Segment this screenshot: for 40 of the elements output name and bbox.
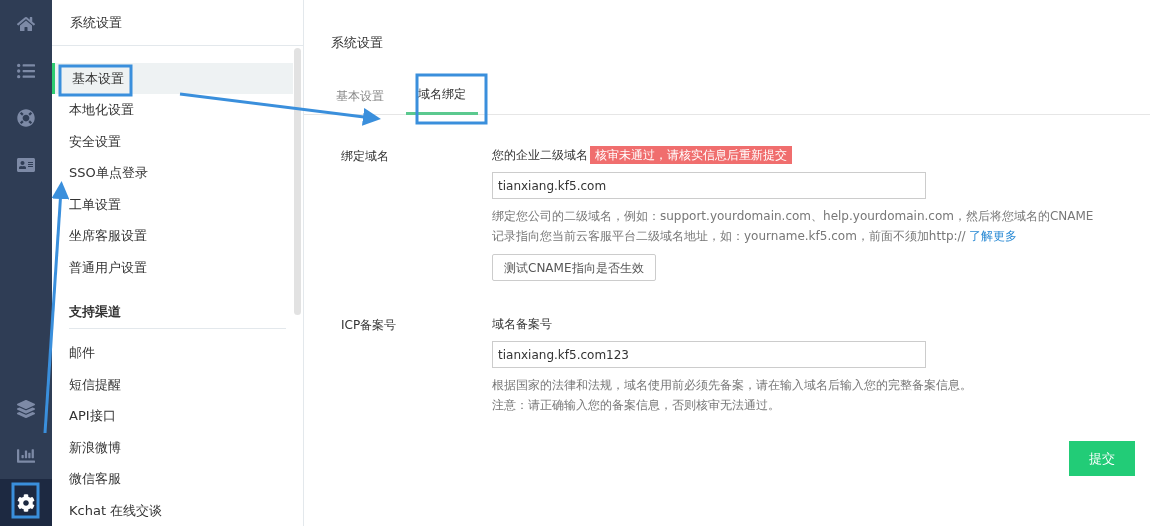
error-badge: 核审未通过，请核实信息后重新提交 — [590, 146, 792, 164]
sidebar-item[interactable]: Kchat 在线交谈 — [52, 494, 293, 526]
input-field[interactable]: tianxiang.kf5.com — [492, 172, 926, 199]
test-cname-button[interactable]: 测试CNAME指向是否生效 — [492, 254, 656, 281]
sidebar-heading: 支持渠道 — [69, 302, 121, 321]
section-label: 绑定域名 — [341, 148, 390, 165]
sidebar-item[interactable]: 工单设置 — [52, 188, 293, 220]
settings-icon — [17, 493, 35, 512]
field-label: 域名备案号 — [492, 316, 552, 333]
highlight-frame — [11, 482, 40, 519]
scrollbar[interactable] — [294, 48, 301, 315]
bar-chart-icon — [17, 446, 35, 465]
list-icon — [17, 61, 35, 80]
sidebar-title: 系统设置 — [70, 13, 122, 32]
sidebar-item[interactable]: 邮件 — [52, 337, 293, 369]
lifebuoy-icon — [17, 108, 35, 127]
sidebar-item[interactable]: 新浪微博 — [52, 431, 293, 463]
home-icon — [17, 14, 35, 33]
sidebar-item[interactable]: API接口 — [52, 400, 293, 432]
contact-card-icon — [17, 155, 35, 174]
sidebar-item[interactable]: 普通用户设置 — [52, 251, 293, 283]
field-label: 您的企业二级域名 — [492, 147, 588, 164]
help-text: 绑定您公司的二级域名，例如：support.yourdomain.com、help.yourdomain.com，然后将您域名的CNAME — [492, 208, 1094, 225]
help-text: 根据国家的法律和法规，域名使用前必须先备案，请在输入域名后输入您的完整备案信息。 — [492, 377, 972, 394]
help-text: 注意：请正确输入您的备案信息，否则核审无法通过。 — [492, 397, 781, 414]
sidebar-item[interactable]: 本地化设置 — [52, 94, 293, 126]
sidebar-item[interactable]: 基本设置 — [52, 62, 293, 94]
section-label: ICP备案号 — [341, 317, 398, 334]
sidebar-item[interactable]: 短信提醒 — [52, 368, 293, 400]
tab[interactable]: 基本设置 — [324, 84, 396, 115]
sidebar-item[interactable]: 微信客服 — [52, 463, 293, 495]
sidebar-item[interactable]: SSO单点登录 — [52, 157, 293, 189]
layers-icon — [17, 399, 35, 418]
tab[interactable]: 域名绑定 — [406, 84, 478, 115]
page-title: 系统设置 — [331, 33, 383, 52]
help-text: 记录指向您当前云客服平台二级域名地址，如：yourname.kf5.com，前面不须加http:// 了解更多 — [492, 228, 1019, 245]
sidebar-item[interactable]: 安全设置 — [52, 125, 293, 157]
sidebar-item[interactable]: 坐席客服设置 — [52, 220, 293, 252]
learn-more-link[interactable]: 了解更多 — [969, 229, 1018, 243]
input-field[interactable]: tianxiang.kf5.com123 — [492, 341, 926, 368]
